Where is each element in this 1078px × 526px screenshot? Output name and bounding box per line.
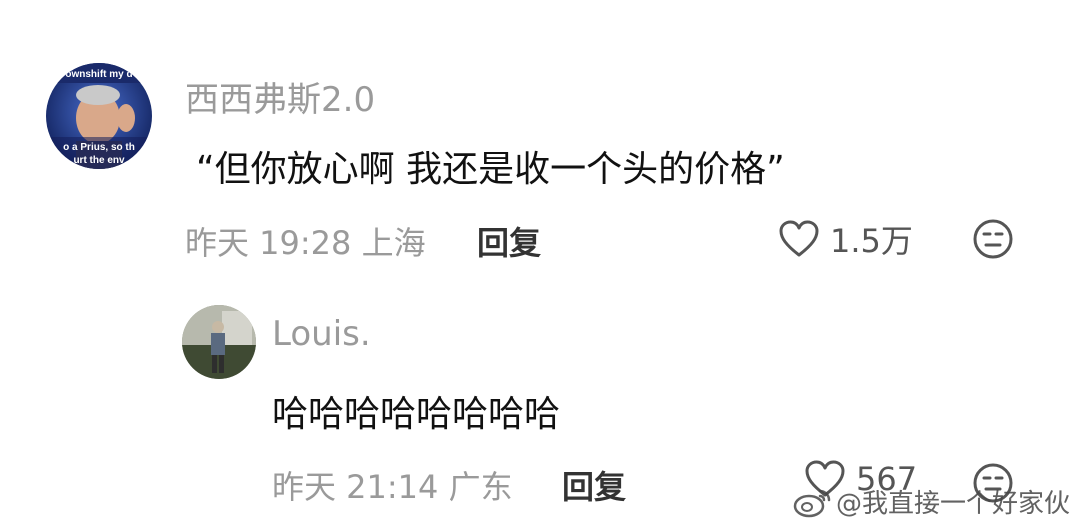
comment-text: “但你放心啊 我还是收一个头的价格”: [196, 149, 785, 190]
comment-text: 哈哈哈哈哈哈哈哈: [272, 394, 561, 435]
username[interactable]: 西西弗斯2.0: [185, 72, 375, 121]
like-button[interactable]: 1.5万: [778, 216, 913, 262]
avatar-caption-bottom-2: urt the env: [73, 155, 125, 166]
reply-button[interactable]: 回复: [477, 218, 541, 264]
comment-meta: 昨天 19:28 上海: [185, 218, 426, 264]
like-count: 1.5万: [830, 222, 913, 260]
location: 上海: [361, 224, 426, 262]
avatar[interactable]: [182, 305, 256, 379]
avatar-image: ownshift my d o a Prius, so th urt the e…: [46, 63, 152, 169]
face-icon: [973, 219, 1013, 259]
avatar-image: [182, 305, 256, 379]
username[interactable]: Louis.: [272, 314, 371, 354]
avatar-caption-bottom-1: o a Prius, so th: [63, 142, 135, 153]
heart-icon: [779, 220, 819, 257]
location: 广东: [448, 468, 513, 506]
weibo-icon: [793, 489, 831, 517]
comment-meta: 昨天 21:14 广东: [272, 462, 513, 508]
watermark: @我直接一个好家伙: [792, 483, 1070, 520]
avatar[interactable]: ownshift my d o a Prius, so th urt the e…: [46, 63, 152, 169]
avatar-caption-top: ownshift my d: [65, 69, 132, 80]
timestamp: 昨天 19:28: [185, 224, 352, 262]
watermark-text: @我直接一个好家伙: [835, 489, 1070, 519]
reply-button[interactable]: 回复: [562, 462, 626, 508]
timestamp: 昨天 21:14: [272, 468, 439, 506]
emoji-reaction-button[interactable]: [972, 218, 1014, 264]
